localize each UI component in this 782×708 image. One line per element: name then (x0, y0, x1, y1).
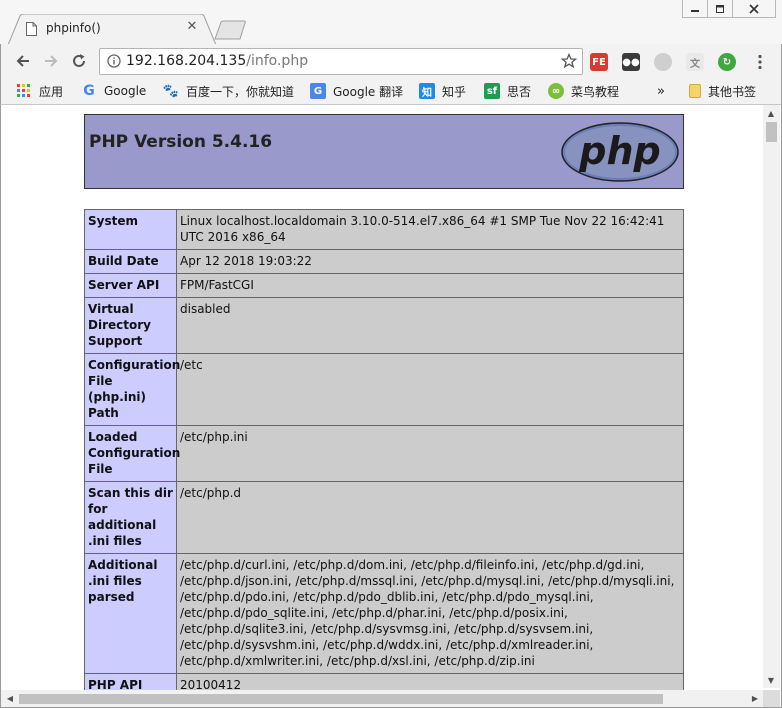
scroll-up-icon[interactable]: ▲ (764, 106, 778, 120)
php-version-heading: PHP Version 5.4.16 (89, 132, 273, 152)
vertical-scrollbar[interactable]: ▲ ▼ (763, 105, 780, 688)
reload-button[interactable] (67, 49, 91, 73)
segmentfault-icon: sf (484, 83, 500, 99)
bookmark-runoob[interactable]: ∞ 菜鸟教程 (548, 82, 619, 100)
document-icon (26, 22, 37, 36)
info-value: Apr 12 2018 19:03:22 (176, 249, 684, 274)
scroll-left-icon[interactable]: ◀ (3, 691, 17, 705)
translate-extension-icon[interactable]: 文 (686, 53, 704, 71)
arrow-right-icon (45, 55, 58, 67)
tab-title: phpinfo() (46, 21, 101, 35)
info-value: /etc/php.d/curl.ini, /etc/php.d/dom.ini,… (176, 553, 684, 674)
minimize-button[interactable] (682, 0, 708, 18)
url-path: /info.php (246, 53, 309, 69)
bookmark-segmentfault[interactable]: sf 思否 (484, 82, 531, 100)
zhihu-icon: 知 (419, 83, 435, 99)
info-row: Server API FPM/FastCGI (84, 273, 684, 298)
reload-icon (73, 54, 85, 67)
vertical-scroll-thumb[interactable] (766, 122, 777, 142)
url-text: 192.168.204.135/info.php (126, 53, 308, 69)
forward-button[interactable] (39, 49, 63, 73)
page-viewport: PHP Version 5.4.16 php System Linux local… (0, 105, 782, 708)
bookmark-star-icon[interactable] (561, 53, 577, 69)
info-key: Virtual Directory Support (84, 297, 177, 354)
runoob-icon: ∞ (548, 83, 564, 99)
info-key: Scan this dir for additional .ini files (84, 481, 177, 554)
info-value: /etc/php.d (176, 481, 684, 554)
minimize-icon (691, 9, 699, 12)
maximize-button[interactable] (707, 0, 733, 18)
info-key: Build Date (84, 249, 177, 274)
php-logo[interactable]: php (560, 120, 680, 184)
info-icon[interactable] (107, 54, 121, 68)
bookmark-google[interactable]: G Google (81, 82, 146, 100)
info-row: Virtual Directory Support disabled (84, 297, 684, 354)
scrollbar-corner (763, 690, 780, 707)
folder-icon (689, 84, 701, 98)
bookmarks-overflow-button[interactable]: » (657, 82, 665, 100)
bookmark-apps[interactable]: 应用 (16, 82, 63, 100)
bookmark-baidu[interactable]: 🐾 百度一下，你就知道 (163, 82, 294, 100)
window-controls (682, 0, 776, 18)
bookmark-zhihu[interactable]: 知 知乎 (419, 82, 466, 100)
info-row: Additional .ini files parsed/etc/php.d/c… (84, 553, 684, 674)
bookmark-label: 百度一下，你就知道 (186, 84, 295, 99)
info-key: Additional .ini files parsed (84, 553, 177, 674)
mask-extension-icon[interactable]: ●● (622, 53, 640, 71)
info-row: Configuration File (php.ini) Path/etc (84, 353, 684, 426)
apps-grid-icon (16, 83, 32, 99)
bookmark-label: 菜鸟教程 (571, 84, 620, 99)
scroll-right-icon[interactable]: ▶ (748, 691, 762, 705)
info-row: Loaded Configuration File/etc/php.ini (84, 425, 684, 482)
info-key: Configuration File (php.ini) Path (84, 353, 180, 426)
google-translate-icon: G (310, 83, 326, 99)
new-tab-button[interactable] (214, 20, 248, 40)
bookmark-google-translate[interactable]: G Google 翻译 (310, 82, 403, 100)
arrow-left-icon (16, 55, 29, 67)
baidu-paw-icon: 🐾 (162, 83, 180, 99)
tab-close-icon[interactable]: ✕ (185, 20, 199, 34)
maximize-icon (716, 4, 724, 13)
info-key: System (84, 209, 177, 250)
browser-toolbar: 192.168.204.135/info.php FE ●● 文 ↻ (0, 44, 782, 78)
close-window-button[interactable] (732, 0, 776, 18)
info-key: Server API (84, 273, 177, 298)
php-header: PHP Version 5.4.16 php (84, 114, 684, 189)
horizontal-scroll-thumb[interactable] (19, 694, 663, 704)
other-bookmarks-folder[interactable]: 其他书签 (689, 82, 756, 100)
info-value: FPM/FastCGI (176, 273, 684, 298)
bookmark-label: Google (104, 84, 147, 98)
fe-helper-extension-icon[interactable]: FE (590, 53, 608, 71)
info-value: /etc/php.ini (176, 425, 684, 482)
bookmark-label: 应用 (39, 84, 64, 99)
horizontal-scrollbar[interactable]: ◀ ▶ (1, 690, 764, 707)
google-icon: G (83, 83, 95, 99)
info-value: /etc (176, 353, 684, 426)
back-button[interactable] (11, 49, 35, 73)
bookmark-label: 思否 (507, 84, 532, 99)
url-host: 192.168.204.135 (126, 53, 247, 69)
info-key: Loaded Configuration File (84, 425, 180, 482)
other-bookmarks-label: 其他书签 (708, 84, 757, 99)
more-menu-icon[interactable] (755, 54, 765, 70)
scroll-down-icon[interactable]: ▼ (764, 673, 778, 687)
bookmarks-bar: 应用 G Google 🐾 百度一下，你就知道 G Google 翻译 知 知乎… (0, 78, 782, 105)
info-value: disabled (176, 297, 684, 354)
green-extension-icon[interactable]: ↻ (718, 53, 736, 71)
svg-text:php: php (578, 129, 660, 173)
info-row: Build Date Apr 12 2018 19:03:22 (84, 249, 684, 274)
info-value: Linux localhost.localdomain 3.10.0-514.e… (176, 209, 684, 250)
bookmark-label: Google 翻译 (333, 84, 404, 99)
php-info-table: System Linux localhost.localdomain 3.10.0… (84, 209, 684, 707)
close-icon (749, 3, 759, 14)
bookmark-label: 知乎 (442, 84, 467, 99)
globe-extension-icon[interactable] (654, 53, 672, 71)
chevron-double-right-icon: » (657, 83, 665, 99)
info-row: Scan this dir for additional .ini files /… (84, 481, 684, 554)
address-bar[interactable]: 192.168.204.135/info.php (99, 48, 583, 75)
info-row: System Linux localhost.localdomain 3.10.0… (84, 209, 684, 250)
